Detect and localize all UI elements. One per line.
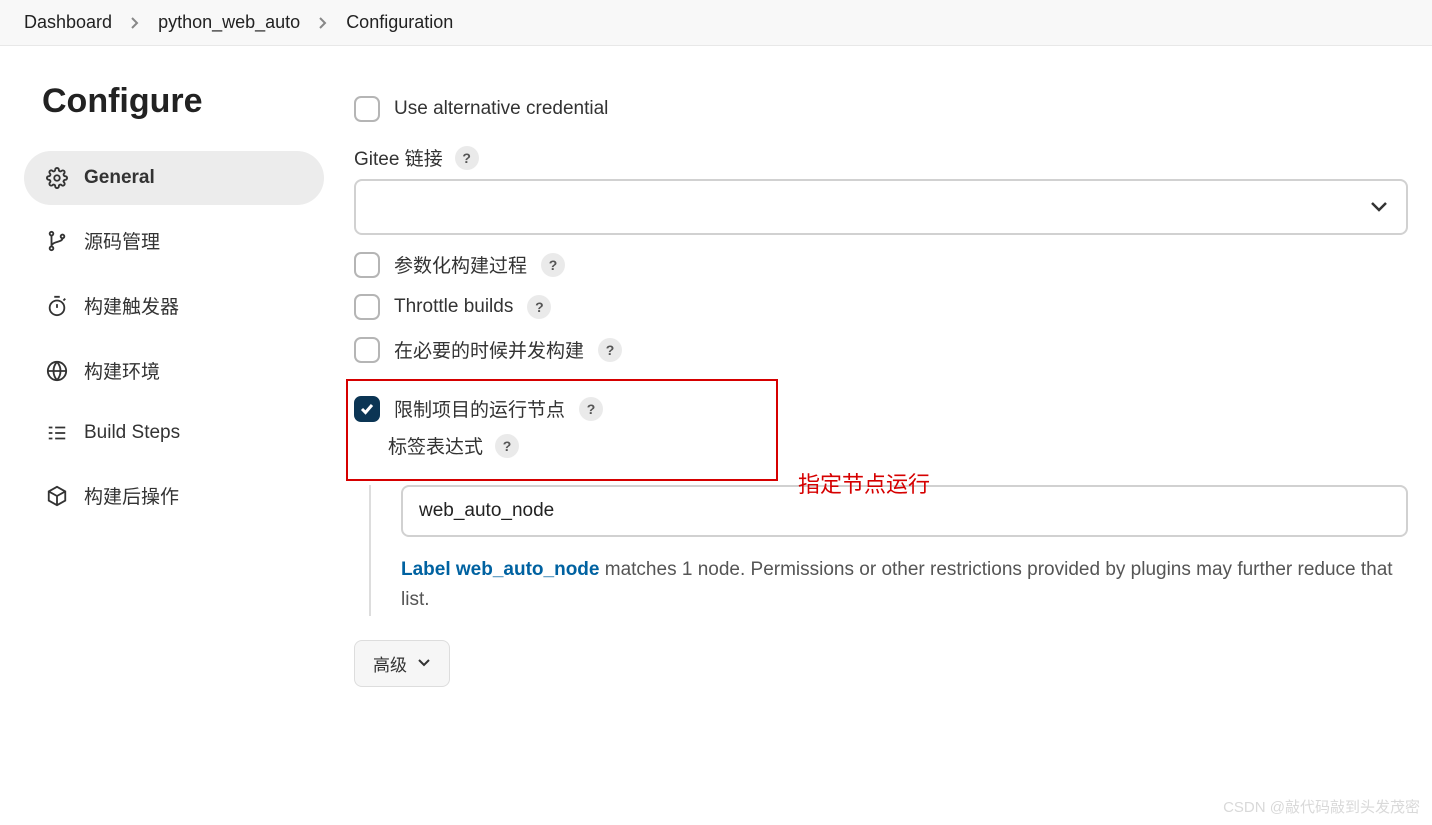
alt-credential-label: Use alternative credential [394,98,608,120]
globe-icon [46,360,68,382]
label-expression-label: 标签表达式 [388,432,483,459]
gear-icon [46,167,68,189]
restrict-node-label: 限制项目的运行节点 [394,395,565,422]
help-icon[interactable]: ? [598,338,622,362]
tab-label: 构建触发器 [84,292,179,319]
tab-label: 构建环境 [84,357,160,384]
restrict-node-checkbox[interactable] [354,396,380,422]
chevron-down-icon [1370,201,1388,213]
label-match-link[interactable]: Label web_auto_node [401,559,599,580]
help-icon[interactable]: ? [527,295,551,319]
help-icon[interactable]: ? [541,253,565,277]
breadcrumb-item-project[interactable]: python_web_auto [158,12,300,33]
param-build-label: 参数化构建过程 [394,251,527,278]
throttle-checkbox[interactable] [354,294,380,320]
breadcrumb-item-current: Configuration [346,12,453,33]
label-match-hint: Label web_auto_node matches 1 node. Perm… [401,555,1408,616]
sidebar: Configure General 源码管理 构建触发器 [24,76,324,687]
tab-post[interactable]: 构建后操作 [24,466,324,525]
stopwatch-icon [46,295,68,317]
breadcrumb: Dashboard python_web_auto Configuration [0,0,1432,46]
chevron-right-icon [318,16,328,30]
gitee-link-select[interactable] [354,179,1408,235]
chevron-down-icon [417,658,431,668]
breadcrumb-item-dashboard[interactable]: Dashboard [24,12,112,33]
tab-label: General [84,167,155,189]
tab-label: Build Steps [84,422,180,444]
branch-icon [46,230,68,252]
highlight-box: 限制项目的运行节点 ? 标签表达式 ? 指定节点运行 [346,379,778,481]
main-content: Use alternative credential Gitee 链接 ? 参数… [354,76,1408,687]
help-icon[interactable]: ? [455,146,479,170]
tab-env[interactable]: 构建环境 [24,341,324,400]
help-icon[interactable]: ? [579,397,603,421]
advanced-button[interactable]: 高级 [354,640,450,687]
page-title: Configure [42,82,324,121]
tab-label: 构建后操作 [84,482,179,509]
watermark: CSDN @敲代码敲到头发茂密 [1223,796,1420,817]
gitee-link-label: Gitee 链接 [354,144,443,171]
concurrent-label: 在必要的时候并发构建 [394,336,584,363]
tab-triggers[interactable]: 构建触发器 [24,276,324,335]
chevron-right-icon [130,16,140,30]
annotation-text: 指定节点运行 [798,467,930,499]
throttle-label: Throttle builds [394,296,513,318]
tab-steps[interactable]: Build Steps [24,406,324,460]
concurrent-checkbox[interactable] [354,337,380,363]
steps-icon [46,422,68,444]
help-icon[interactable]: ? [495,434,519,458]
tab-scm[interactable]: 源码管理 [24,211,324,270]
tab-label: 源码管理 [84,227,160,254]
tab-general[interactable]: General [24,151,324,205]
package-icon [46,485,68,507]
param-build-checkbox[interactable] [354,252,380,278]
alt-credential-checkbox[interactable] [354,96,380,122]
